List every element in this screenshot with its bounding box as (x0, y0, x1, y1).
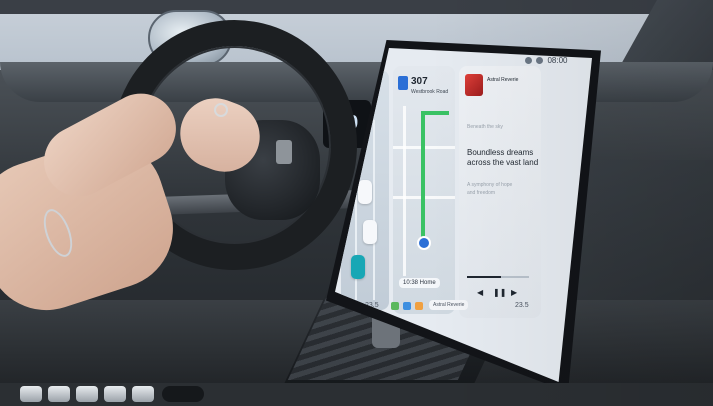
console-switch-dark[interactable] (162, 386, 204, 402)
ring (214, 103, 228, 117)
navigation-arrow-icon (398, 76, 408, 90)
route-segment (421, 111, 449, 115)
navigation-card[interactable]: 307 Westbrook Road 10:38 Home (393, 66, 455, 314)
playback-progress[interactable] (467, 276, 529, 278)
lyric-next: and freedom (467, 190, 496, 196)
play-pause-icon[interactable]: ❚❚ (493, 288, 506, 297)
lyric-next: A symphony of hope (467, 182, 513, 188)
console-switch[interactable] (76, 386, 98, 402)
status-bar: 08:00 (525, 56, 568, 65)
console-switch[interactable] (20, 386, 42, 402)
map-road (403, 106, 406, 276)
nav-eta-chip[interactable]: 10:38 Home (399, 278, 440, 288)
nav-distance: 307 (411, 76, 428, 87)
nearby-vehicle-icon (358, 180, 372, 204)
console-switch[interactable] (132, 386, 154, 402)
wifi-icon (536, 57, 544, 65)
dashboard-top (0, 62, 713, 102)
skip-previous-icon[interactable]: ◀ (477, 288, 483, 297)
skip-next-icon[interactable]: ▶ (511, 288, 517, 297)
car-interior-scene: 70 08:00 70 307 (0, 0, 713, 406)
album-art-icon (465, 74, 483, 96)
playback-progress-fill (467, 276, 502, 278)
app-icon[interactable] (415, 302, 423, 310)
lane-line (373, 120, 375, 300)
steering-wheel-spoke-accent (276, 140, 292, 164)
current-position-icon (417, 236, 431, 250)
route-line (421, 111, 425, 241)
console-switch[interactable] (104, 386, 126, 402)
ego-vehicle-icon (351, 255, 365, 279)
status-time: 08:00 (547, 56, 568, 65)
track-title: Astral Reverie (487, 77, 519, 83)
signal-icon (525, 57, 532, 65)
app-icon[interactable] (391, 302, 399, 310)
dock-now-playing[interactable]: Astral Reverie (429, 300, 469, 310)
bottom-dock: 23.5 Astral Reverie 23.5 (365, 298, 555, 318)
console-switch[interactable] (48, 386, 70, 402)
nav-street: Westbrook Road (411, 89, 449, 95)
music-card[interactable]: Astral Reverie Beneath the sky Boundless… (459, 66, 541, 318)
lyric-previous: Beneath the sky (467, 124, 503, 130)
nearby-vehicle-icon (363, 220, 377, 244)
temp-right[interactable]: 23.5 (515, 302, 529, 309)
lyric-current: Boundless dreams across the vast land (467, 148, 539, 167)
app-icon[interactable] (403, 302, 411, 310)
roof-liner (0, 0, 713, 14)
